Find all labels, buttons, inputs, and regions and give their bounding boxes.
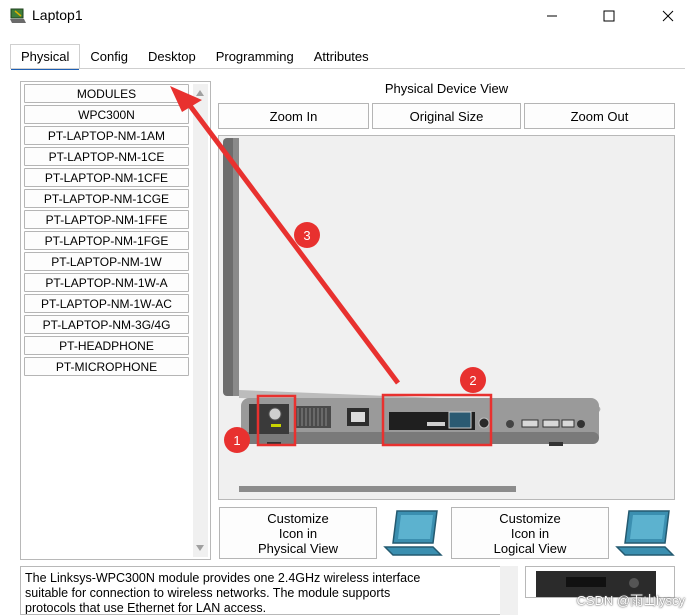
audio-out-icon (506, 420, 514, 428)
watermark: CSDN @雨山lyscy (576, 593, 685, 608)
module-item-nm-3g4g[interactable]: PT-LAPTOP-NM-3G/4G (24, 315, 189, 334)
customize-physical-line3: Physical View (258, 540, 338, 556)
audio-jack-icon (478, 417, 490, 429)
tab-divider (10, 68, 685, 69)
module-item-modules[interactable]: MODULES (24, 84, 189, 103)
close-button[interactable] (645, 4, 691, 28)
display-port-icon (542, 419, 560, 428)
module-item-headphone[interactable]: PT-HEADPHONE (24, 336, 189, 355)
tab-attributes[interactable]: Attributes (304, 44, 379, 68)
minimize-icon (547, 15, 557, 17)
module-description: The Linksys-WPC300N module provides one … (20, 566, 518, 615)
module-list: MODULES WPC300N PT-LAPTOP-NM-1AM PT-LAPT… (24, 84, 189, 378)
physical-device-view-title: Physical Device View (384, 81, 509, 96)
maximize-icon (603, 10, 615, 22)
laptop-logical-icon (615, 510, 675, 556)
module-item-nm-1fge[interactable]: PT-LAPTOP-NM-1FGE (24, 231, 189, 250)
physical-device-viewport[interactable] (218, 135, 675, 500)
laptop-app-icon (10, 8, 26, 23)
module-item-nm-1w-ac[interactable]: PT-LAPTOP-NM-1W-AC (24, 294, 189, 313)
title-bar: Laptop1 (0, 0, 693, 32)
module-item-nm-1cfe[interactable]: PT-LAPTOP-NM-1CFE (24, 168, 189, 187)
wpc300n-module-port-icon (448, 411, 472, 429)
laptop-side-view (223, 138, 601, 446)
power-led (271, 424, 281, 427)
original-size-button[interactable]: Original Size (372, 103, 521, 129)
description-line3: protocols that use Ethernet for LAN acce… (25, 601, 267, 615)
tab-bar: Physical Config Desktop Programming Attr… (10, 44, 379, 70)
close-icon (662, 10, 674, 22)
description-scrollbar[interactable] (500, 566, 518, 615)
maximize-button[interactable] (586, 4, 632, 28)
module-list-scrollbar[interactable] (193, 84, 208, 557)
scroll-up-icon[interactable] (196, 90, 204, 96)
viewport-horizontal-scroll[interactable] (239, 486, 516, 492)
module-item-wpc300n[interactable]: WPC300N (24, 105, 189, 124)
customize-logical-line1: Customize (499, 510, 561, 526)
customize-logical-line2: Icon in (510, 525, 550, 541)
tab-physical[interactable]: Physical (10, 44, 81, 70)
customize-logical-view-button[interactable]: Customize Icon in Logical View (451, 507, 609, 559)
customize-physical-line2: Icon in (278, 525, 318, 541)
module-item-nm-1am[interactable]: PT-LAPTOP-NM-1AM (24, 126, 189, 145)
tab-programming[interactable]: Programming (206, 44, 304, 68)
customize-physical-view-button[interactable]: Customize Icon in Physical View (219, 507, 377, 559)
module-item-nm-1w-a[interactable]: PT-LAPTOP-NM-1W-A (24, 273, 189, 292)
module-item-nm-1cge[interactable]: PT-LAPTOP-NM-1CGE (24, 189, 189, 208)
laptop-foot (549, 442, 563, 446)
laptop-base-bottom (241, 432, 599, 444)
scroll-down-icon[interactable] (196, 545, 204, 551)
module-item-nm-1w[interactable]: PT-LAPTOP-NM-1W (24, 252, 189, 271)
customize-logical-line3: Logical View (493, 540, 567, 556)
laptop-foot (267, 442, 281, 446)
usb-port-2-icon (561, 419, 575, 428)
description-line2: suitable for connection to wireless netw… (25, 586, 391, 600)
zoom-in-button[interactable]: Zoom In (218, 103, 369, 129)
laptop-physical-icon (383, 510, 443, 556)
laptop-lid-edge (233, 138, 239, 396)
tab-config[interactable]: Config (80, 44, 138, 68)
module-list-panel: MODULES WPC300N PT-LAPTOP-NM-1AM PT-LAPT… (20, 81, 211, 560)
customize-physical-line1: Customize (267, 510, 329, 526)
module-item-nm-1ce[interactable]: PT-LAPTOP-NM-1CE (24, 147, 189, 166)
description-line1: The Linksys-WPC300N module provides one … (25, 571, 421, 585)
power-port-area (249, 404, 289, 434)
module-item-nm-1ffe[interactable]: PT-LAPTOP-NM-1FFE (24, 210, 189, 229)
tab-desktop[interactable]: Desktop (138, 44, 206, 68)
power-port-icon (268, 407, 282, 421)
usb-port-icon (521, 419, 539, 428)
minimize-button[interactable] (529, 4, 575, 28)
window-title: Laptop1 (32, 7, 83, 23)
mic-port-icon (577, 420, 585, 428)
zoom-out-button[interactable]: Zoom Out (524, 103, 675, 129)
module-item-microphone[interactable]: PT-MICROPHONE (24, 357, 189, 376)
